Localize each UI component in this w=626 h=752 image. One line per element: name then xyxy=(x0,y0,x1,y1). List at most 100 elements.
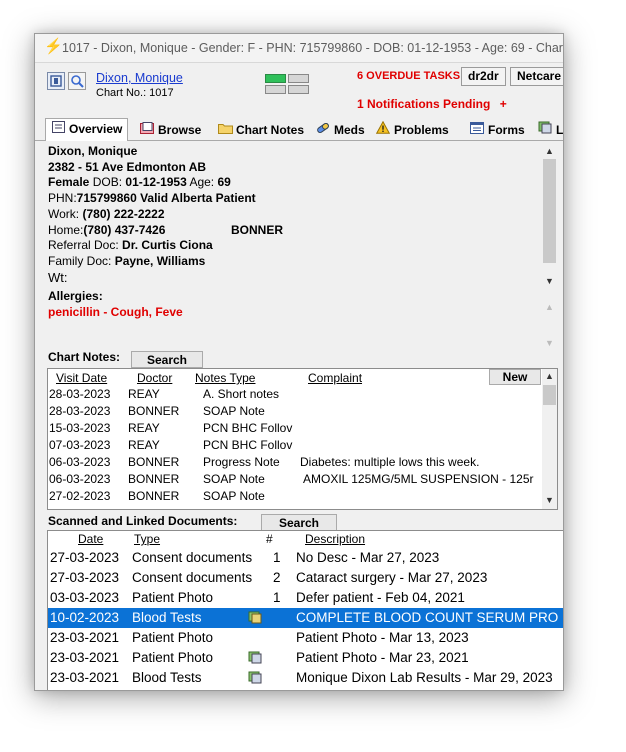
table-row[interactable]: 06-03-2023 BONNER Progress Note Diabetes: m… xyxy=(48,454,538,471)
add-notification-icon[interactable]: + xyxy=(500,97,507,111)
overview-icon xyxy=(50,119,66,140)
patient-age: 69 xyxy=(217,175,231,190)
table-row[interactable]: 23-03-2021 Blood Tests Monique Dixon Lab … xyxy=(48,668,563,688)
patient-sex: Female xyxy=(48,175,90,190)
overdue-tasks-link[interactable]: 6 OVERDUE TASKS xyxy=(357,70,460,82)
home-label: Home: xyxy=(48,222,84,237)
lab-icon xyxy=(537,121,553,140)
allergies-scrollbar[interactable]: ▲ ▼ xyxy=(542,300,557,356)
notifications-text[interactable]: 1 Notifications Pending xyxy=(357,97,490,111)
documents-list: Date Type # Description 27-03-2023 Consen… xyxy=(47,530,563,690)
pill-icon xyxy=(315,121,331,140)
table-row[interactable]: 07-03-2023 REAY PCN BHC Follov xyxy=(48,437,538,454)
new-note-button[interactable]: New xyxy=(489,369,541,385)
dr2dr-button[interactable]: dr2dr xyxy=(461,67,506,86)
referral-doctor: Dr. Curtis Ciona xyxy=(122,238,213,253)
column-header[interactable]: # xyxy=(266,532,273,546)
column-header[interactable]: Date xyxy=(78,532,103,546)
status-cell xyxy=(288,85,309,94)
search-patient-icon[interactable] xyxy=(68,72,86,90)
scroll-thumb[interactable] xyxy=(543,159,556,263)
scroll-down-icon[interactable]: ▼ xyxy=(542,274,557,288)
tab-forms[interactable]: Forms xyxy=(465,121,530,140)
work-phone: (780) 222-2222 xyxy=(82,206,165,221)
table-row[interactable]: 28-03-2023 BONNER SOAP Note xyxy=(48,403,538,420)
tab-browse[interactable]: Browse xyxy=(135,121,206,140)
table-row[interactable]: 27-02-2023 BONNER SOAP Note xyxy=(48,488,538,505)
table-row[interactable]: 06-03-2023 BONNER SOAP Note AMOXIL 125MG/5M… xyxy=(48,471,538,488)
browse-icon xyxy=(139,121,155,140)
age-label: Age: xyxy=(189,175,215,190)
family-label: Family Doc: xyxy=(48,253,112,268)
scroll-down-icon[interactable]: ▼ xyxy=(542,493,557,507)
table-row[interactable]: 15-03-2023 REAY PCN BHC Follov xyxy=(48,420,538,437)
tab-problems[interactable]: Problems xyxy=(371,120,454,140)
tab-chart-notes[interactable]: Chart Notes xyxy=(213,121,309,140)
referral-label: Referral Doc: xyxy=(48,238,119,253)
dob-label: DOB: xyxy=(92,175,123,190)
patient-name-link[interactable]: Dixon, Monique xyxy=(96,71,183,85)
documents-label: Scanned and Linked Documents: xyxy=(48,514,238,528)
chart-notes-search-button[interactable]: Search xyxy=(131,351,203,368)
table-row-selected[interactable]: 10-02-2023 Blood Tests COMPLETE BLOOD COU… xyxy=(48,608,563,628)
allergies-value: penicillin - Cough, Feve xyxy=(48,305,183,319)
status-cell xyxy=(288,74,309,83)
work-label: Work: xyxy=(48,206,80,221)
documents-search-button[interactable]: Search xyxy=(261,514,337,531)
notifications-pending: 1 Notifications Pending + xyxy=(357,97,507,111)
column-header[interactable]: Notes Type xyxy=(195,371,255,385)
column-header[interactable]: Type xyxy=(134,532,160,546)
title-bar: ⚡ 1017 - Dixon, Monique - Gender: F - PH… xyxy=(35,34,563,63)
table-row[interactable]: 27-03-2023 Consent documents 2 Cataract sur… xyxy=(48,568,563,588)
app-window: ⚡ 1017 - Dixon, Monique - Gender: F - PH… xyxy=(34,33,564,691)
netcare-button[interactable]: Netcare xyxy=(510,67,563,86)
window-title: 1017 - Dixon, Monique - Gender: F - PHN:… xyxy=(62,41,564,55)
chart-notes-list: Visit Date Doctor Notes Type Complaint N… xyxy=(47,368,558,510)
chart-number: Chart No.: 1017 xyxy=(96,87,174,99)
status-cell xyxy=(265,85,286,94)
app-logo-icon: ⚡ xyxy=(44,38,63,55)
scroll-up-icon[interactable]: ▲ xyxy=(542,369,557,383)
phn-label: PHN: xyxy=(48,191,77,206)
folder-icon xyxy=(217,121,233,140)
patient-address: 2382 - 51 Ave Edmonton AB xyxy=(48,159,207,174)
patient-phn: 715799860 Valid Alberta Patient xyxy=(76,191,256,206)
scroll-up-icon[interactable]: ▲ xyxy=(542,300,557,314)
notes-scrollbar[interactable]: ▲ ▼ xyxy=(542,369,557,509)
warning-icon xyxy=(375,120,391,140)
document-link-icon xyxy=(248,611,262,624)
patient-header: Dixon, Monique Chart No.: 1017 6 OVERDUE… xyxy=(35,63,563,118)
scroll-up-icon[interactable]: ▲ xyxy=(542,144,557,158)
tab-overview[interactable]: Overview xyxy=(45,118,129,141)
column-header[interactable]: Doctor xyxy=(137,371,172,385)
chart-notes-label: Chart Notes: xyxy=(48,350,121,364)
table-row[interactable]: 03-03-2023 Patient Photo 1 Defer patient - … xyxy=(48,588,563,608)
patient-info: Dixon, Monique 2382 - 51 Ave Edmonton AB… xyxy=(48,144,542,285)
table-row[interactable]: 28-03-2023 REAY A. Short notes xyxy=(48,386,538,403)
tab-meds[interactable]: Meds xyxy=(311,121,370,140)
column-header[interactable]: Visit Date xyxy=(56,371,107,385)
patient-name: Dixon, Monique xyxy=(48,144,138,158)
column-header[interactable]: Complaint xyxy=(308,371,362,385)
home-doctor: BONNER xyxy=(231,222,284,237)
form-icon xyxy=(469,121,485,140)
tab-bar: Overview Browse Chart Notes Meds Problem… xyxy=(35,118,563,141)
patient-dob: 01-12-1953 xyxy=(125,175,187,190)
tab-labs[interactable]: L xyxy=(533,121,563,140)
scroll-thumb[interactable] xyxy=(543,385,556,405)
table-row[interactable]: 23-03-2021 Patient Photo Patient Photo - … xyxy=(48,648,563,668)
home-phone: (780) 437-7426 xyxy=(83,222,166,237)
patient-card-icon[interactable] xyxy=(47,72,65,90)
allergies-label: Allergies: xyxy=(48,289,103,303)
status-cell-green xyxy=(265,74,286,83)
family-doctor: Payne, Williams xyxy=(114,253,206,268)
column-header[interactable]: Description xyxy=(305,532,365,546)
table-row[interactable]: 27-03-2023 Consent documents 1 No Desc - Ma… xyxy=(48,548,563,568)
weight-label: Wt: xyxy=(48,269,68,285)
info-scrollbar[interactable]: ▲ ▼ xyxy=(542,144,557,288)
status-grid[interactable] xyxy=(265,74,311,96)
scroll-down-icon[interactable]: ▼ xyxy=(542,336,557,350)
document-link-icon xyxy=(248,651,262,664)
table-row[interactable]: 23-03-2021 Patient Photo Patient Photo - M… xyxy=(48,628,563,648)
document-link-icon xyxy=(248,671,262,684)
